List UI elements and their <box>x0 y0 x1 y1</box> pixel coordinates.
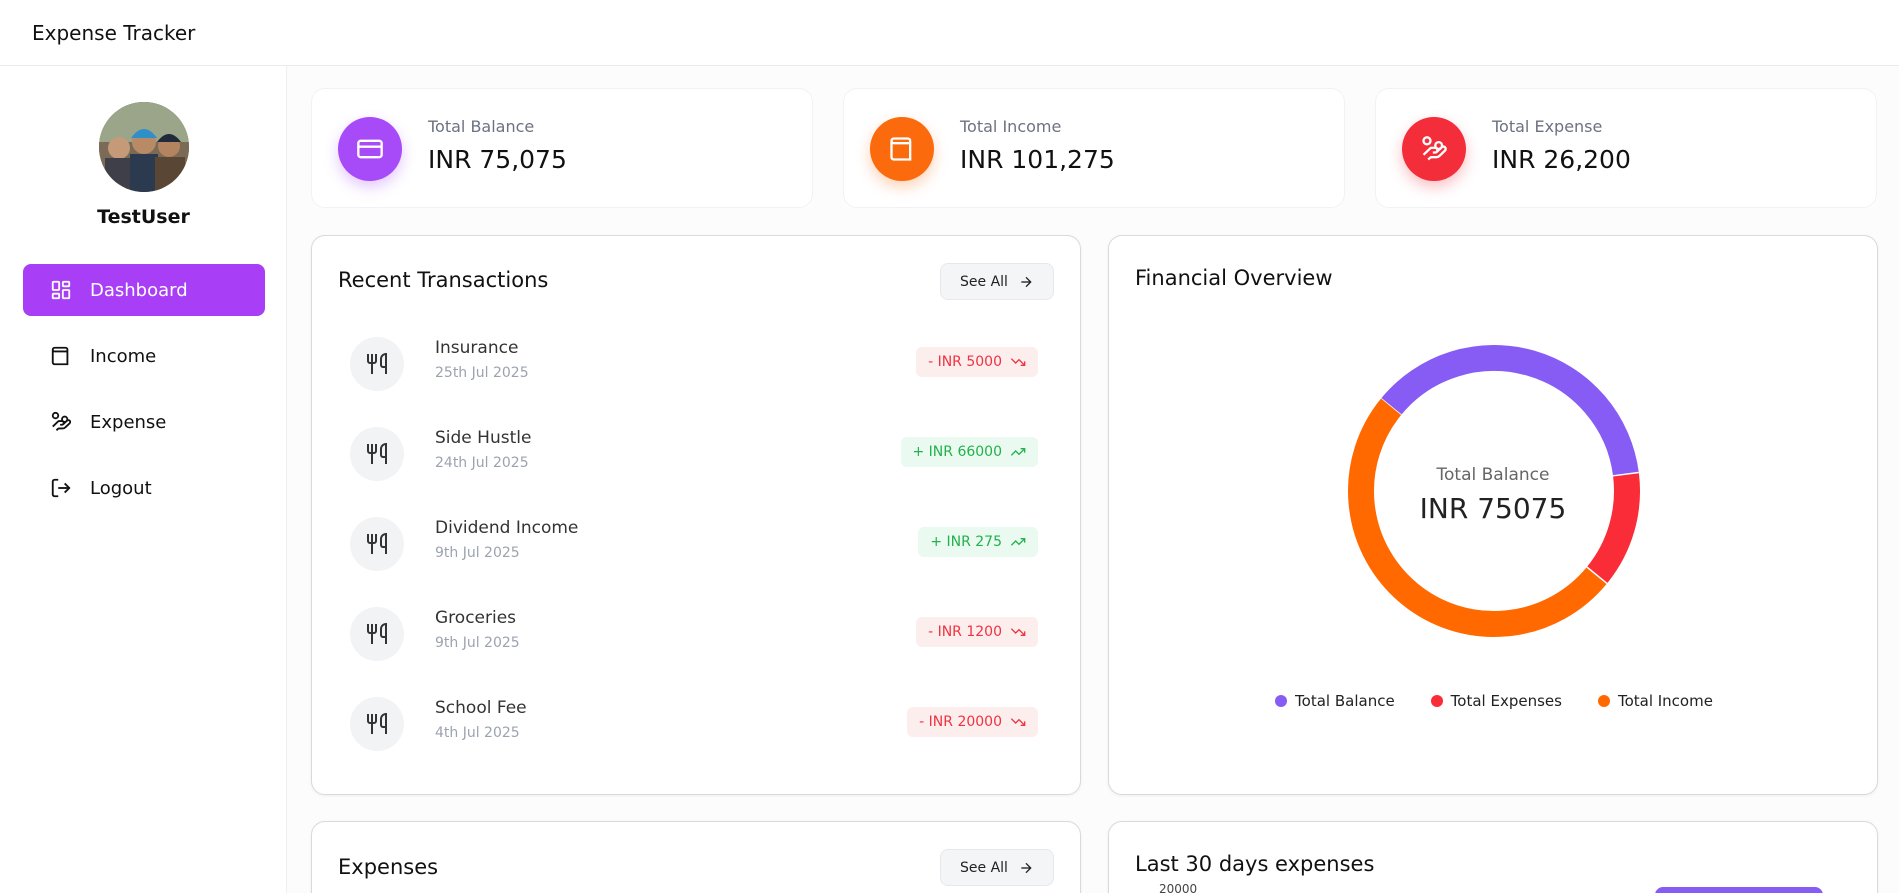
transaction-row[interactable]: Dividend Income 9th Jul 2025 + INR 275 <box>350 514 1038 574</box>
legend-label: Total Balance <box>1295 692 1395 710</box>
hand-coins-icon <box>49 410 73 434</box>
legend-item: Total Income <box>1597 692 1713 710</box>
recent-transactions-panel: Recent Transactions See All Insurance 25t… <box>311 235 1081 795</box>
sidebar-item-expense[interactable]: Expense <box>23 396 265 448</box>
donut-center-label: Total Balance <box>1436 465 1550 485</box>
utensils-icon <box>350 517 404 571</box>
username: TestUser <box>97 206 190 228</box>
transaction-amount: - INR 5000 <box>916 347 1038 377</box>
see-all-label: See All <box>960 859 1008 876</box>
transaction-row[interactable]: School Fee 4th Jul 2025 - INR 20000 <box>350 694 1038 754</box>
logout-icon <box>49 476 73 500</box>
see-all-button[interactable]: See All <box>940 849 1054 886</box>
avatar <box>99 102 189 192</box>
see-all-button[interactable]: See All <box>940 263 1054 300</box>
trending-down-icon <box>1010 624 1026 640</box>
donut-slice-total-balance <box>1381 345 1639 476</box>
arrow-right-icon <box>1018 274 1034 290</box>
amount-text: - INR 1200 <box>928 624 1002 640</box>
utensils-icon <box>350 607 404 661</box>
sidebar-item-label: Logout <box>90 477 152 499</box>
transaction-amount: + INR 275 <box>918 527 1038 557</box>
stat-label: Total Balance <box>428 117 535 136</box>
transaction-row[interactable]: Insurance 25th Jul 2025 - INR 5000 <box>350 334 1038 394</box>
last-30-days-panel: Last 30 days expenses 20000 <box>1108 821 1878 893</box>
utensils-icon <box>350 697 404 751</box>
chart-legend: Total Balance Total Expenses Total Income <box>1109 692 1879 710</box>
sidebar-item-label: Income <box>90 345 157 367</box>
sidebar: TestUser Dashboard Income Expense Logout <box>0 66 287 893</box>
transaction-row[interactable]: Side Hustle 24th Jul 2025 + INR 66000 <box>350 424 1038 484</box>
panel-title: Last 30 days expenses <box>1135 852 1375 876</box>
amount-text: - INR 5000 <box>928 354 1002 370</box>
stat-value: INR 75,075 <box>428 145 567 174</box>
expenses-panel: Expenses See All <box>311 821 1081 893</box>
transaction-date: 9th Jul 2025 <box>435 545 520 561</box>
legend-dot <box>1597 695 1610 707</box>
transaction-date: 24th Jul 2025 <box>435 455 529 471</box>
legend-label: Total Income <box>1617 692 1713 710</box>
total-income-card: Total Income INR 101,275 <box>843 88 1345 208</box>
trending-down-icon <box>1010 354 1026 370</box>
see-all-label: See All <box>960 273 1008 290</box>
stat-value: INR 26,200 <box>1492 145 1631 174</box>
legend-item: Total Expenses <box>1430 692 1562 710</box>
wallet-icon <box>870 117 934 181</box>
transaction-amount: - INR 1200 <box>916 617 1038 647</box>
sidebar-item-income[interactable]: Income <box>23 330 265 382</box>
financial-overview-panel: Financial Overview Total Balance INR 750… <box>1108 235 1878 795</box>
total-expense-card: Total Expense INR 26,200 <box>1375 88 1877 208</box>
transaction-name: Insurance <box>435 338 519 358</box>
amount-text: + INR 275 <box>930 534 1002 550</box>
hand-coins-icon <box>1402 117 1466 181</box>
stat-value: INR 101,275 <box>960 145 1115 174</box>
wallet-icon <box>49 344 73 368</box>
dashboard-icon <box>49 278 73 302</box>
stat-label: Total Expense <box>1492 117 1603 136</box>
app-title: Expense Tracker <box>32 20 196 45</box>
legend-label: Total Expenses <box>1450 692 1562 710</box>
utensils-icon <box>350 337 404 391</box>
transaction-name: Groceries <box>435 608 517 628</box>
donut-center-value: INR 75075 <box>1419 492 1567 525</box>
trending-down-icon <box>1010 714 1026 730</box>
transaction-date: 25th Jul 2025 <box>435 365 529 381</box>
trending-up-icon <box>1010 534 1026 550</box>
panel-title: Expenses <box>338 855 439 879</box>
credit-card-icon <box>338 117 402 181</box>
sidebar-item-label: Dashboard <box>90 279 188 301</box>
transaction-date: 4th Jul 2025 <box>435 725 520 741</box>
panel-title: Recent Transactions <box>338 268 549 292</box>
y-axis-tick: 20000 <box>1159 882 1198 893</box>
arrow-right-icon <box>1018 860 1034 876</box>
amount-text: + INR 66000 <box>912 444 1003 460</box>
transaction-amount: - INR 20000 <box>907 707 1038 737</box>
legend-item: Total Balance <box>1275 692 1395 710</box>
transaction-row[interactable]: Groceries 9th Jul 2025 - INR 1200 <box>350 604 1038 664</box>
transaction-name: Dividend Income <box>435 518 579 538</box>
legend-dot <box>1430 695 1443 707</box>
trending-up-icon <box>1010 444 1026 460</box>
utensils-icon <box>350 427 404 481</box>
sidebar-item-dashboard[interactable]: Dashboard <box>23 264 265 316</box>
sidebar-item-logout[interactable]: Logout <box>23 462 265 514</box>
top-bar: Expense Tracker <box>0 0 1899 66</box>
amount-text: - INR 20000 <box>919 714 1002 730</box>
transaction-name: School Fee <box>435 698 527 718</box>
stat-label: Total Income <box>960 117 1062 136</box>
chart-bar <box>1655 887 1823 893</box>
legend-dot <box>1275 695 1288 707</box>
sidebar-item-label: Expense <box>90 411 167 433</box>
total-balance-card: Total Balance INR 75,075 <box>311 88 813 208</box>
transaction-date: 9th Jul 2025 <box>435 635 520 651</box>
transaction-amount: + INR 66000 <box>900 437 1038 467</box>
transaction-name: Side Hustle <box>435 428 532 448</box>
